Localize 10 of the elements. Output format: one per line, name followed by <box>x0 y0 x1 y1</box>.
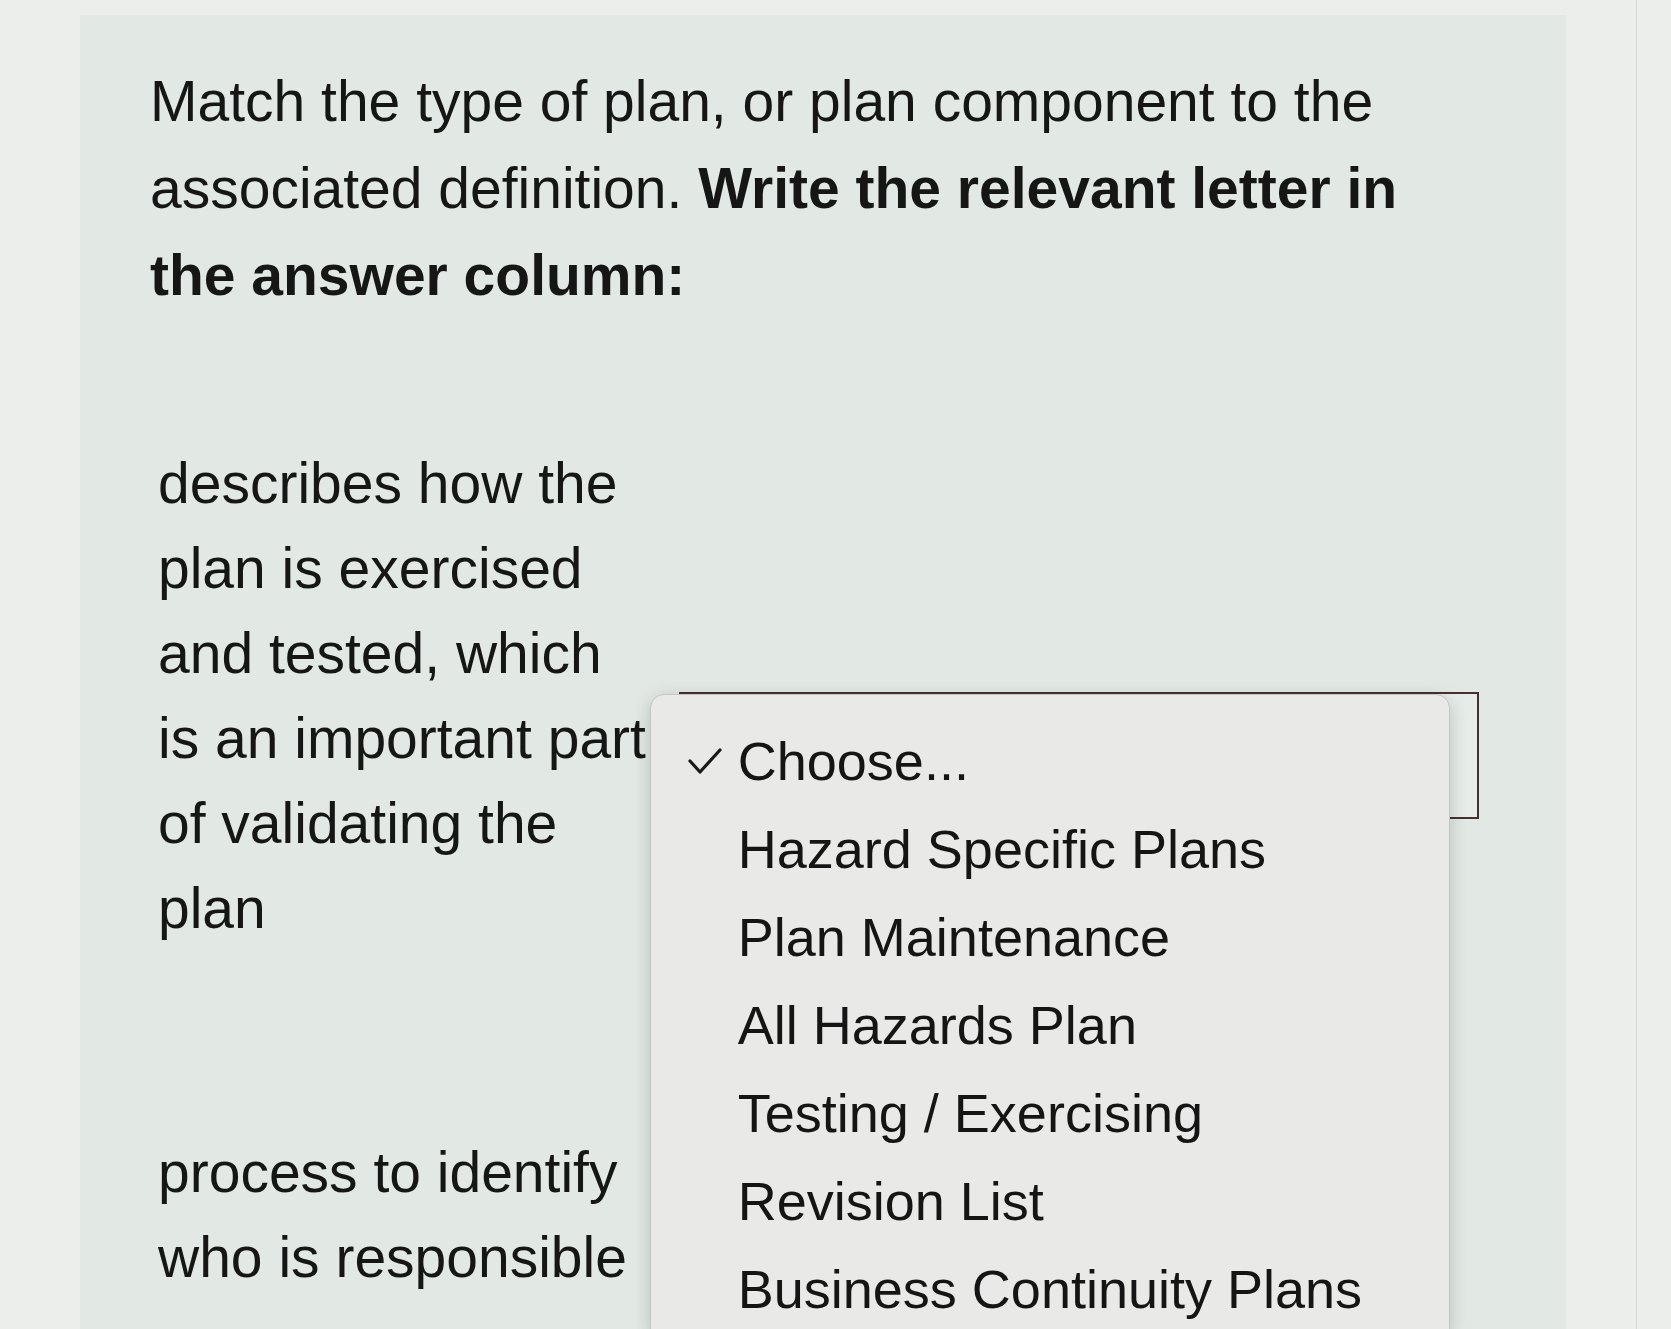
dropdown-option[interactable]: Testing / Exercising <box>650 1073 1449 1153</box>
dropdown-option[interactable]: Business Continuity Plans <box>650 1249 1449 1329</box>
dropdown-option[interactable]: Hazard Specific Plans <box>650 809 1449 889</box>
dropdown-option[interactable]: Choose... <box>650 721 1449 801</box>
question-text: Match the type of plan, or plan component to the associated definition. Write the relevant letter in the answer column: <box>150 68 1399 309</box>
definition-text: process to identify who is responsible <box>158 1139 628 1291</box>
definition-text: describes how the plan is exercised and tested, which is an important part of validating the plan <box>158 450 647 942</box>
dropdown-option[interactable]: Revision List <box>650 1161 1449 1241</box>
dropdown-option[interactable]: Plan Maintenance <box>650 897 1449 977</box>
dropdown-option[interactable]: All Hazards Plan <box>650 985 1449 1065</box>
